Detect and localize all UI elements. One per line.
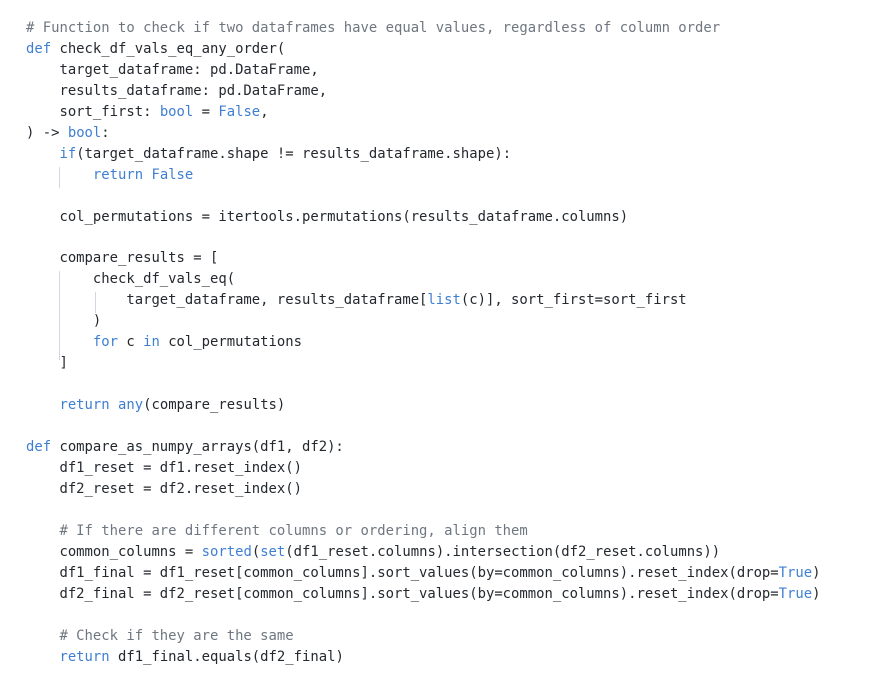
comment-token: # Function to check if two dataframes ha…	[26, 20, 721, 36]
code-token: col_permutations = itertools.permutation…	[26, 208, 629, 225]
code-token: col_permutations	[159, 334, 302, 351]
code-token: ,	[260, 103, 269, 120]
keyword-token: bool	[67, 124, 102, 141]
code-line: ]	[26, 353, 68, 374]
code-line: df1_reset = df1.reset_index()	[26, 458, 302, 479]
code-line: ) -> bool:	[26, 123, 110, 144]
code-token: (	[251, 543, 261, 560]
code-token: common_columns =	[26, 543, 202, 560]
code-token: ) ->	[26, 124, 68, 141]
code-line: df2_final = df2_reset[common_columns].so…	[26, 584, 821, 605]
code-token: ]	[26, 355, 68, 372]
code-token: sort_first:	[26, 103, 160, 120]
code-line: return df1_final.equals(df2_final)	[26, 647, 344, 668]
keyword-token: for	[92, 334, 118, 351]
code-token: c	[118, 334, 144, 351]
code-line: df1_final = df1_reset[common_columns].so…	[26, 563, 821, 584]
keyword-token: bool	[159, 103, 194, 120]
code-line: # If there are different columns or orde…	[26, 521, 528, 542]
code-line: def compare_as_numpy_arrays(df1, df2):	[26, 437, 344, 458]
keyword-token: def	[26, 40, 52, 57]
keyword-token: False	[151, 166, 194, 183]
code-token: target_dataframe: pd.DataFrame,	[26, 61, 319, 78]
code-token: (c)], sort_first=sort_first	[460, 292, 687, 309]
keyword-token: any	[118, 397, 144, 414]
code-line: )	[26, 311, 101, 332]
comment-token: # If there are different columns or orde…	[59, 522, 528, 539]
code-line: common_columns = sorted(set(df1_reset.co…	[26, 542, 720, 563]
code-token: )	[812, 564, 821, 581]
code-token: (df1_reset.columns).intersection(df2_res…	[285, 543, 721, 560]
keyword-token: False	[218, 103, 261, 120]
code-token: check_df_vals_eq(	[26, 271, 236, 288]
code-line: target_dataframe, results_dataframe[list…	[26, 290, 687, 311]
keyword-token: True	[778, 564, 813, 581]
keyword-token: if	[59, 145, 77, 162]
code-line: df2_reset = df2.reset_index()	[26, 479, 302, 500]
code-token: )	[812, 585, 821, 602]
keyword-token: set	[260, 543, 286, 560]
code-view[interactable]: # Function to check if two dataframes ha…	[0, 0, 884, 692]
code-line: def check_df_vals_eq_any_order(	[26, 39, 285, 60]
code-token: target_dataframe, results_dataframe[	[26, 292, 428, 309]
code-line: # Function to check if two dataframes ha…	[26, 18, 720, 39]
code-token: =	[193, 103, 219, 120]
code-token: df1_final.equals(df2_final)	[109, 648, 344, 665]
code-token: (compare_results)	[143, 397, 286, 414]
keyword-token: in	[143, 334, 160, 351]
code-line: for c in col_permutations	[26, 332, 302, 353]
code-line: if(target_dataframe.shape != results_dat…	[26, 144, 511, 165]
code-line: target_dataframe: pd.DataFrame,	[26, 60, 319, 81]
code-token: df1_final = df1_reset[common_columns].so…	[26, 564, 779, 581]
code-token: df2_final = df2_reset[common_columns].so…	[26, 585, 779, 602]
code-line: results_dataframe: pd.DataFrame,	[26, 81, 327, 102]
code-line: col_permutations = itertools.permutation…	[26, 207, 628, 228]
keyword-token: list	[427, 292, 461, 309]
code-line: sort_first: bool = False,	[26, 102, 269, 123]
code-token: results_dataframe: pd.DataFrame,	[26, 82, 328, 99]
code-line: check_df_vals_eq(	[26, 269, 235, 290]
keyword-token: sorted	[201, 543, 252, 560]
code-token: (target_dataframe.shape != results_dataf…	[76, 145, 512, 162]
code-token: compare_results = [	[26, 250, 219, 267]
keyword-token: return	[59, 397, 110, 414]
code-token: check_df_vals_eq_any_order(	[51, 40, 286, 57]
keyword-token: return	[59, 648, 110, 665]
code-token: )	[26, 313, 102, 330]
code-token: compare_as_numpy_arrays(df1, df2):	[51, 439, 344, 455]
code-token: :	[101, 124, 110, 141]
code-token: df2_reset = df2.reset_index()	[26, 480, 302, 497]
comment-token: # Check if they are the same	[59, 627, 294, 644]
keyword-token: def	[26, 439, 52, 455]
code-line: # Check if they are the same	[26, 626, 294, 647]
code-line: return False	[26, 165, 193, 186]
code-token: df1_reset = df1.reset_index()	[26, 459, 302, 476]
keyword-token: return	[92, 166, 144, 183]
keyword-token: True	[778, 585, 813, 602]
code-line: compare_results = [	[26, 248, 218, 269]
code-line: return any(compare_results)	[26, 395, 285, 416]
